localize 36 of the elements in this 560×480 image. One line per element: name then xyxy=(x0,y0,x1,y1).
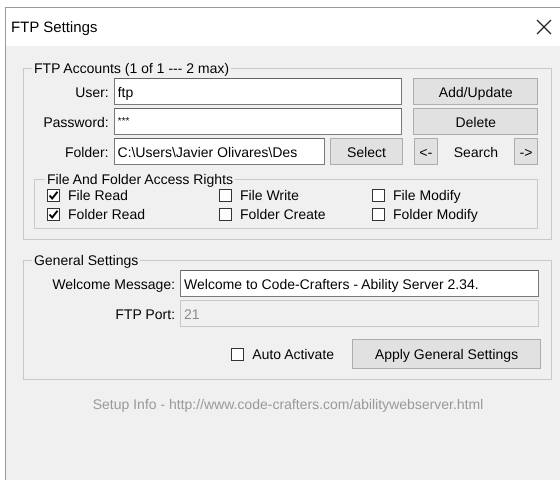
add-update-button[interactable]: Add/Update xyxy=(413,78,538,105)
checkbox-label: File Read xyxy=(68,187,128,203)
welcome-message-field[interactable]: Welcome to Code-Crafters - Ability Server 2.34. xyxy=(180,270,539,297)
field-label: FTP Port: xyxy=(114,306,175,322)
group-label: File And Folder Access Rights xyxy=(47,171,233,187)
checkbox[interactable] xyxy=(47,208,60,220)
next-button[interactable]: -> xyxy=(514,138,538,165)
setup-info-text: Setup Info - http://www.code-crafters.com/abilitywebserver.html xyxy=(92,396,484,412)
previous-button[interactable]: <- xyxy=(414,138,438,165)
apply-settings-button[interactable]: Apply General Settings xyxy=(352,339,541,369)
group-label: FTP Accounts (1 of 1 --- 2 max) xyxy=(34,60,230,76)
field-label: User: xyxy=(74,84,109,100)
user-field[interactable]: ftp xyxy=(114,78,402,105)
checkbox-label: File Write xyxy=(240,187,299,203)
checkbox[interactable] xyxy=(231,348,244,360)
window-title: FTP Settings xyxy=(11,18,98,36)
field-label: Password: xyxy=(42,114,109,130)
search-label: Search xyxy=(454,144,498,160)
folder-field[interactable]: C:\Users\Javier Olivares\Des xyxy=(114,138,326,165)
field-label: Welcome Message: xyxy=(51,276,175,292)
checkbox-label: Folder Read xyxy=(68,206,146,222)
delete-button[interactable]: Delete xyxy=(413,108,538,135)
select-button[interactable]: Select xyxy=(330,138,403,165)
checkbox-label: Folder Create xyxy=(240,206,326,222)
checkbox[interactable] xyxy=(372,188,385,202)
checkbox[interactable] xyxy=(219,188,232,202)
checkbox-label: Folder Modify xyxy=(393,206,478,222)
field-label: Folder: xyxy=(64,144,109,160)
checkbox[interactable] xyxy=(372,208,385,220)
close-icon[interactable] xyxy=(536,19,552,35)
checkbox-label: File Modify xyxy=(393,187,461,203)
checkbox-label: Auto Activate xyxy=(252,346,334,362)
group-label: General Settings xyxy=(34,252,138,268)
checkbox[interactable] xyxy=(219,208,232,220)
checkbox[interactable] xyxy=(47,188,60,202)
password-field[interactable]: *** xyxy=(114,108,402,135)
